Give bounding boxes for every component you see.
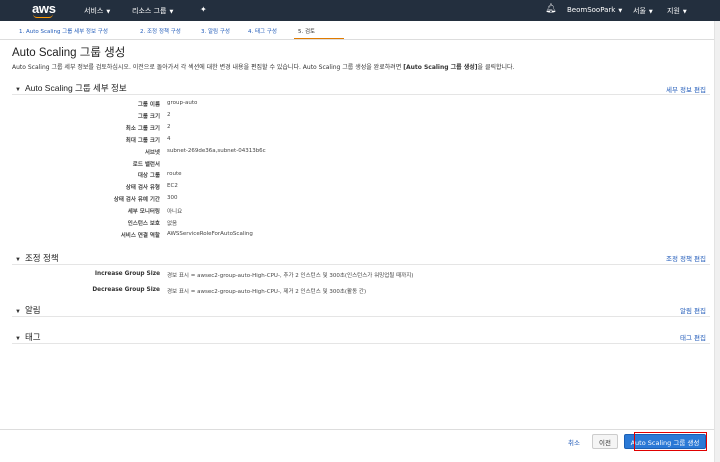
user-menu[interactable]: BeomSooPark ▼ [567, 6, 622, 14]
detail-value: subnet-269de36a,subnet-04313b6c [167, 147, 266, 154]
subtitle-text-pre: Auto Scaling 그룹 세부 정보를 검토하십시오. 이전으로 돌아가서… [12, 64, 404, 71]
detail-label: 그룹 크기 [137, 113, 160, 120]
scaling-section-header[interactable]: ▼ 조정 정책 [15, 252, 59, 264]
detail-value: 2 [167, 111, 171, 118]
edit-tags-link[interactable]: 태그 편집 [680, 332, 706, 342]
detail-label: 로드 밸런서 [132, 161, 160, 168]
step-review[interactable]: 5. 검토 [298, 27, 315, 35]
support-menu[interactable]: 지원 ▼ [667, 6, 687, 16]
details-divider [12, 94, 710, 95]
step-scaling-policies[interactable]: 2. 조정 정책 구성 [140, 27, 181, 35]
collapse-triangle-icon: ▼ [15, 309, 21, 315]
previous-button[interactable]: 이전 [592, 434, 618, 449]
bell-icon[interactable]: 🔔︎ [545, 4, 556, 14]
pin-icon[interactable]: ✦ [200, 5, 207, 14]
scaling-divider [12, 264, 710, 265]
detail-value: route [167, 171, 182, 178]
tags-divider [12, 343, 710, 344]
resource-groups-menu[interactable]: 리소스 그룹 ▼ [132, 6, 173, 16]
wizard-steps: 1. Auto Scaling 그룹 세부 정보 구성 2. 조정 정책 구성 … [0, 24, 720, 40]
detail-label: 인스턴스 보호 [127, 221, 160, 227]
edit-details-link[interactable]: 세부 정보 편집 [666, 84, 706, 94]
create-auto-scaling-group-button[interactable]: Auto Scaling 그룹 생성 [624, 434, 706, 449]
detail-value: 아니요 [167, 209, 183, 216]
chevron-down-icon: ▼ [648, 9, 653, 15]
services-menu[interactable]: 서비스 ▼ [84, 6, 110, 16]
details-section-title: Auto Scaling 그룹 세부 정보 [24, 83, 127, 93]
detail-label: 서비스 연결 역할 [120, 232, 160, 239]
detail-label: 최소 그룹 크기 [125, 125, 160, 132]
tags-section-title: 태그 [24, 332, 41, 342]
region-name: 서울 [633, 7, 646, 15]
user-name: BeomSooPark [567, 6, 616, 14]
detail-value: EC2 [167, 183, 178, 190]
edit-scaling-link[interactable]: 조정 정책 편집 [666, 253, 706, 263]
policy-value: 경보 표시 = awsec2-group-auto-High-CPU-, 제거 … [167, 289, 367, 295]
detail-value: 300 [167, 195, 178, 202]
collapse-triangle-icon: ▼ [15, 257, 21, 263]
subtitle-text-post: 을 클릭합니다. [477, 64, 515, 71]
detail-label: 대상 그룹 [137, 173, 160, 180]
page-subtitle: Auto Scaling 그룹 세부 정보를 검토하십시오. 이전으로 돌아가서… [12, 62, 514, 71]
policy-label: Decrease Group Size [92, 287, 160, 293]
policy-value: 경보 표시 = awsec2-group-auto-High-CPU-, 추가 … [167, 273, 414, 279]
detail-label: 세부 모니터링 [127, 209, 160, 216]
services-label: 서비스 [84, 7, 104, 15]
detail-value: 4 [167, 135, 171, 142]
top-navbar: aws 서비스 ▼ 리소스 그룹 ▼ ✦ 🔔︎ BeomSooPark ▼ 서울 ▼ 지… [0, 0, 720, 21]
footer-divider [0, 429, 720, 430]
chevron-down-icon: ▼ [682, 9, 687, 15]
detail-label: 상태 검사 유예 기간 [113, 197, 160, 204]
alarms-divider [12, 316, 710, 317]
cancel-button[interactable]: 취소 [568, 437, 580, 447]
collapse-triangle-icon: ▼ [15, 336, 21, 342]
detail-label: 상태 검사 유형 [125, 185, 160, 192]
detail-value: group-auto [167, 100, 198, 106]
detail-label: 그룹 이름 [137, 102, 160, 108]
details-section-header[interactable]: ▼ Auto Scaling 그룹 세부 정보 [15, 82, 127, 94]
support-label: 지원 [667, 7, 680, 15]
scrollbar[interactable] [714, 21, 720, 462]
chevron-down-icon: ▼ [618, 8, 623, 14]
detail-value: AWSServiceRoleForAutoScaling [167, 230, 253, 237]
edit-alarms-link[interactable]: 알림 편집 [680, 305, 706, 315]
detail-value: 2 [167, 123, 171, 130]
step-tags[interactable]: 4. 태그 구성 [248, 27, 277, 35]
aws-logo-smile [33, 14, 53, 18]
steps-divider [0, 39, 720, 40]
alarms-section-title: 알림 [24, 305, 41, 315]
alarms-section-header[interactable]: ▼ 알림 [15, 304, 41, 316]
resource-groups-label: 리소스 그룹 [132, 7, 167, 15]
policy-label: Increase Group Size [94, 271, 160, 277]
region-menu[interactable]: 서울 ▼ [633, 6, 653, 16]
detail-label: 서브넷 [144, 149, 160, 156]
detail-value: 없음 [167, 221, 178, 227]
tags-section-header[interactable]: ▼ 태그 [15, 331, 41, 343]
chevron-down-icon: ▼ [169, 9, 174, 15]
chevron-down-icon: ▼ [106, 9, 111, 15]
detail-label: 최대 그룹 크기 [125, 137, 160, 144]
page-title: Auto Scaling 그룹 생성 [12, 47, 126, 59]
collapse-triangle-icon: ▼ [15, 87, 21, 93]
subtitle-text-bold: [Auto Scaling 그룹 생성] [403, 64, 478, 71]
step-configure-group[interactable]: 1. Auto Scaling 그룹 세부 정보 구성 [19, 27, 108, 35]
scaling-section-title: 조정 정책 [24, 253, 59, 263]
step-notifications[interactable]: 3. 알림 구성 [201, 27, 230, 35]
